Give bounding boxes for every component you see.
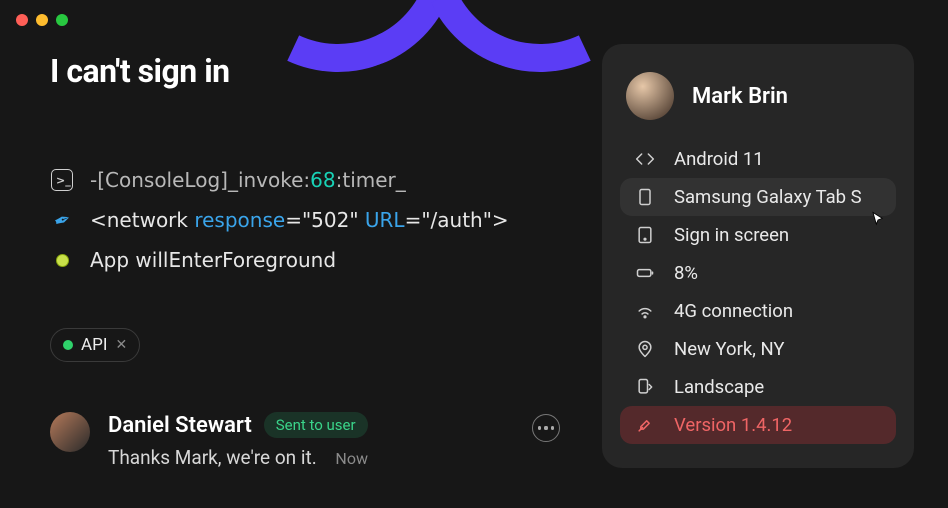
row-device[interactable]: Samsung Galaxy Tab S bbox=[620, 178, 896, 216]
orientation-icon bbox=[634, 376, 656, 398]
wifi-icon bbox=[634, 300, 656, 322]
row-battery[interactable]: 8% bbox=[620, 254, 896, 292]
row-version[interactable]: Version 1.4.12 bbox=[620, 406, 896, 444]
terminal-icon: >_ bbox=[50, 168, 74, 192]
tag-api[interactable]: API ✕ bbox=[50, 328, 140, 362]
screen-icon bbox=[634, 224, 656, 246]
row-screen[interactable]: Sign in screen bbox=[620, 216, 896, 254]
ticket-title: I can't sign in bbox=[50, 52, 560, 90]
tag-label: API bbox=[81, 335, 107, 355]
comment-time: Now bbox=[335, 449, 368, 468]
comment-body: Thanks Mark, we're on it. bbox=[108, 446, 317, 469]
tag-dot-icon bbox=[63, 340, 73, 350]
avatar bbox=[626, 72, 674, 120]
row-label: Landscape bbox=[674, 376, 764, 398]
row-label: 8% bbox=[674, 262, 698, 284]
comment-author: Daniel Stewart bbox=[108, 413, 252, 438]
code-icon bbox=[634, 148, 656, 170]
device-info-panel: Mark Brin Android 11 Samsung Galaxy Tab … bbox=[602, 44, 914, 468]
row-label: Sign in screen bbox=[674, 224, 789, 246]
maximize-window[interactable] bbox=[56, 14, 68, 26]
row-label: Samsung Galaxy Tab S bbox=[674, 186, 862, 208]
comment-block: Daniel Stewart Sent to user Thanks Mark,… bbox=[50, 412, 560, 469]
log-line-app: App willEnterForeground bbox=[50, 248, 560, 272]
avatar bbox=[50, 412, 90, 452]
window-controls bbox=[16, 14, 68, 26]
log-output: >_ -[ConsoleLog]_invoke:68:timer_ ✒ <net… bbox=[50, 168, 560, 272]
battery-icon bbox=[634, 262, 656, 284]
tools-icon bbox=[634, 414, 656, 436]
row-os[interactable]: Android 11 bbox=[620, 140, 896, 178]
location-icon bbox=[634, 338, 656, 360]
log-line-network: ✒ <network response="502" URL="/auth"> bbox=[50, 208, 560, 232]
close-window[interactable] bbox=[16, 14, 28, 26]
minimize-window[interactable] bbox=[36, 14, 48, 26]
comment-status-badge: Sent to user bbox=[264, 412, 368, 438]
status-dot-icon bbox=[50, 248, 74, 272]
tablet-icon bbox=[634, 186, 656, 208]
row-label: Android 11 bbox=[674, 148, 764, 170]
log-line-console: >_ -[ConsoleLog]_invoke:68:timer_ bbox=[50, 168, 560, 192]
row-label: Version 1.4.12 bbox=[674, 414, 792, 436]
row-label: New York, NY bbox=[674, 338, 785, 360]
tag-remove-icon[interactable]: ✕ bbox=[115, 337, 127, 353]
comment-more-button[interactable] bbox=[532, 414, 560, 442]
feather-icon: ✒ bbox=[50, 208, 74, 232]
row-orientation[interactable]: Landscape bbox=[620, 368, 896, 406]
user-name: Mark Brin bbox=[692, 84, 788, 109]
row-label: 4G connection bbox=[674, 300, 793, 322]
row-network[interactable]: 4G connection bbox=[620, 292, 896, 330]
row-location[interactable]: New York, NY bbox=[620, 330, 896, 368]
